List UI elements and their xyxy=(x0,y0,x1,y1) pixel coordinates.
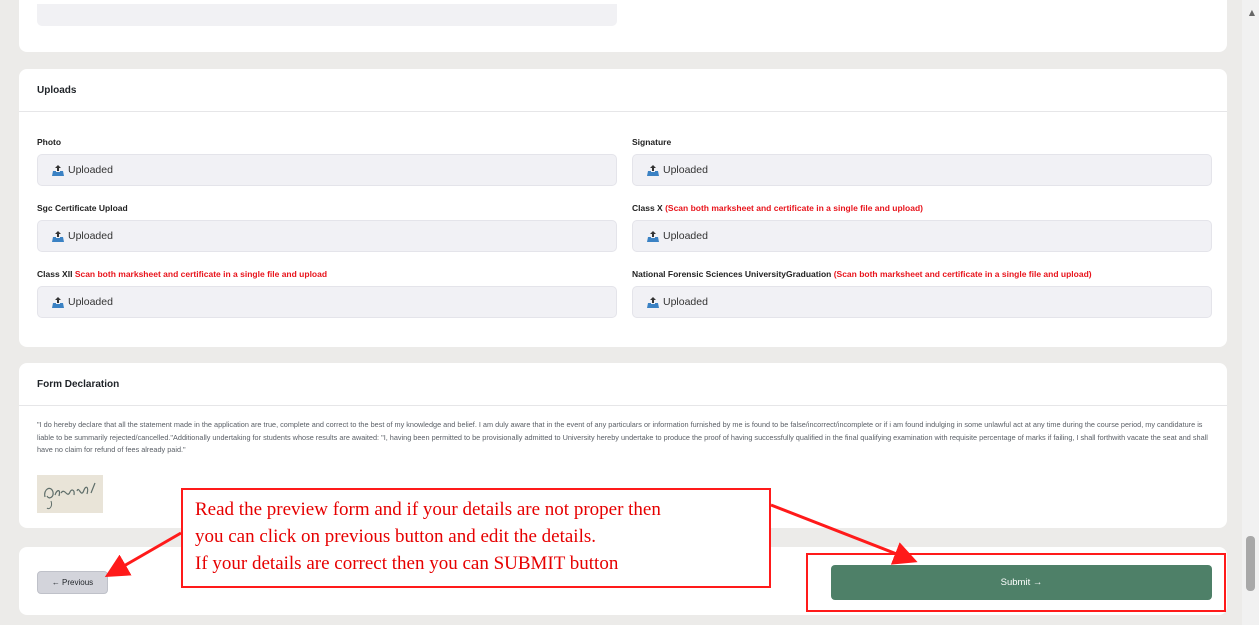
annotation-line: Read the preview form and if your detail… xyxy=(195,499,661,520)
chevron-up-icon[interactable]: ▲ xyxy=(1249,8,1255,17)
upload-icon xyxy=(52,296,64,308)
upload-status: Uploaded xyxy=(68,230,113,242)
previous-section-input xyxy=(37,4,617,26)
upload-icon xyxy=(52,230,64,242)
previous-section-card xyxy=(19,0,1227,52)
graduation-field: National Forensic Sciences UniversityGra… xyxy=(632,269,1212,318)
uploads-title: Uploads xyxy=(37,84,77,96)
annotation-line: you can click on previous button and edi… xyxy=(195,526,597,547)
field-label: Sgc Certificate Upload xyxy=(37,203,128,213)
upload-icon xyxy=(52,164,64,176)
upload-icon xyxy=(647,230,659,242)
class-xii-field: Class XII Scan both marksheet and certif… xyxy=(37,269,617,318)
field-label: Class XII Scan both marksheet and certif… xyxy=(37,269,328,279)
uploads-card: Uploads Photo Uploaded Signature Uploade… xyxy=(19,69,1227,347)
field-label: National Forensic Sciences UniversityGra… xyxy=(632,269,1092,279)
upload-status: Uploaded xyxy=(663,230,708,242)
signature-image xyxy=(37,475,103,513)
uploads-header: Uploads xyxy=(19,69,1227,112)
annotation-callout: Read the preview form and if your detail… xyxy=(181,488,771,588)
annotation-line: If your details are correct then you can… xyxy=(195,553,619,574)
class-x-field: Class X (Scan both marksheet and certifi… xyxy=(632,203,1212,252)
upload-icon xyxy=(647,296,659,308)
submit-highlight-box xyxy=(806,553,1226,612)
upload-icon xyxy=(647,164,659,176)
field-label: Signature xyxy=(632,137,672,147)
field-label: Class X (Scan both marksheet and certifi… xyxy=(632,203,923,213)
signature-upload-box[interactable]: Uploaded xyxy=(632,154,1212,186)
photo-upload-box[interactable]: Uploaded xyxy=(37,154,617,186)
upload-status: Uploaded xyxy=(663,164,708,176)
graduation-upload-box[interactable]: Uploaded xyxy=(632,286,1212,318)
declaration-header: Form Declaration xyxy=(19,363,1227,406)
sgc-certificate-upload-box[interactable]: Uploaded xyxy=(37,220,617,252)
photo-field: Photo Uploaded xyxy=(37,137,617,186)
signature-field: Signature Uploaded xyxy=(632,137,1212,186)
sgc-certificate-field: Sgc Certificate Upload Uploaded xyxy=(37,203,617,252)
field-label: Photo xyxy=(37,137,62,147)
declaration-text: "I do hereby declare that all the statem… xyxy=(37,420,1208,454)
declaration-title: Form Declaration xyxy=(37,378,120,390)
class-xii-upload-box[interactable]: Uploaded xyxy=(37,286,617,318)
previous-button[interactable]: ← Previous xyxy=(37,571,108,594)
class-x-upload-box[interactable]: Uploaded xyxy=(632,220,1212,252)
upload-status: Uploaded xyxy=(68,296,113,308)
scrollbar-thumb[interactable] xyxy=(1246,536,1255,591)
upload-status: Uploaded xyxy=(663,296,708,308)
upload-status: Uploaded xyxy=(68,164,113,176)
page-scrollbar[interactable]: ▲ xyxy=(1242,0,1259,625)
